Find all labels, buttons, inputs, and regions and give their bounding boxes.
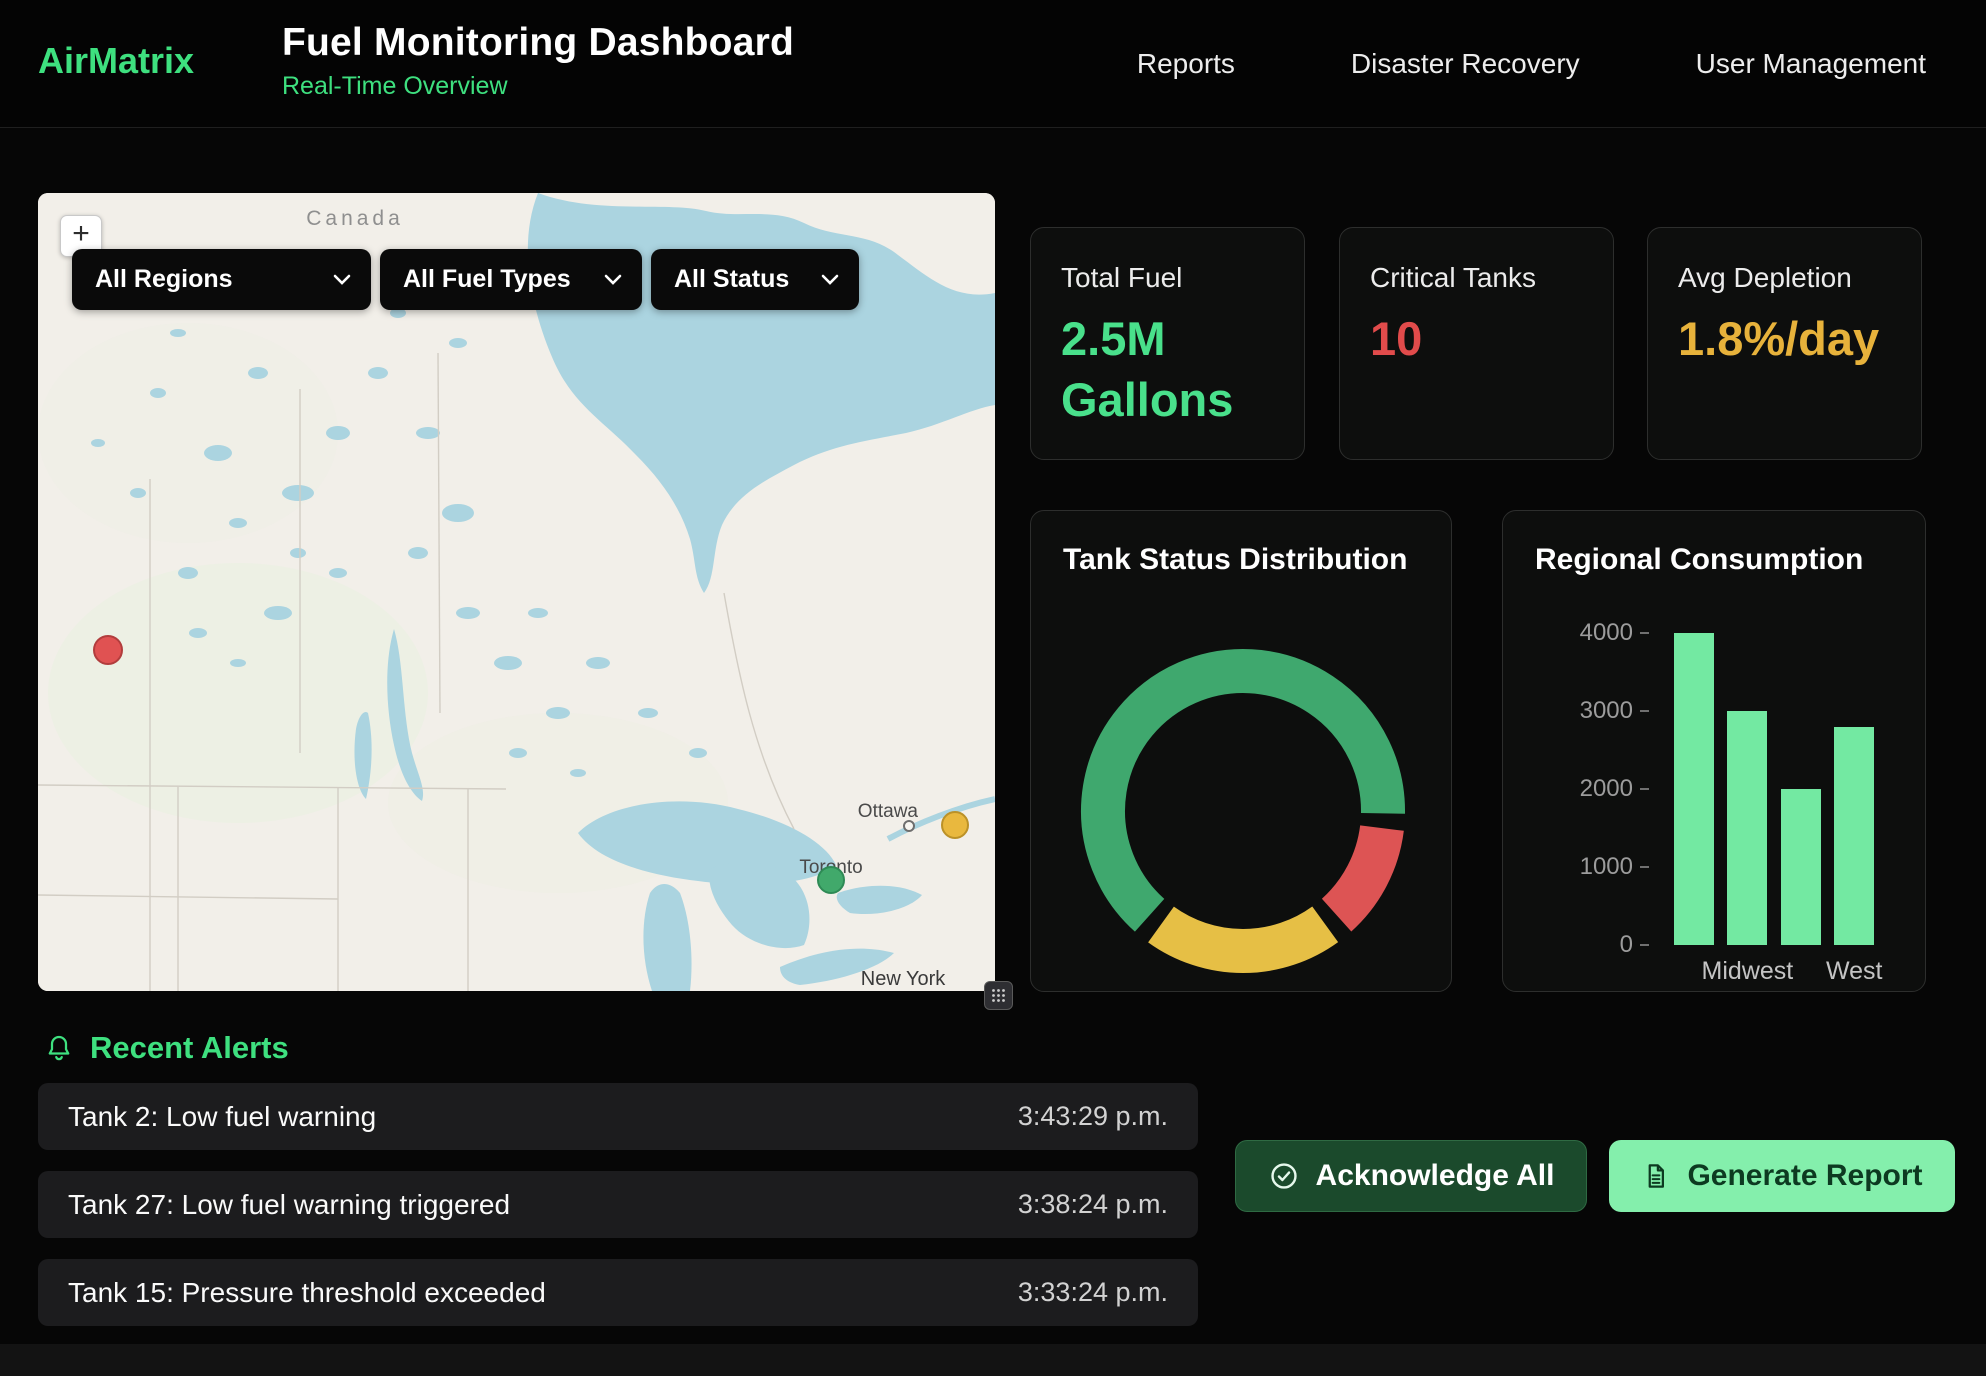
document-icon <box>1641 1161 1671 1191</box>
y-tick-mark <box>1640 632 1649 634</box>
alert-timestamp: 3:38:24 p.m. <box>1018 1189 1168 1220</box>
chart-title: Tank Status Distribution <box>1063 543 1419 577</box>
status-filter-value: All Status <box>674 265 789 294</box>
recent-alerts-header: Recent Alerts <box>44 1030 289 1066</box>
acknowledge-all-label: Acknowledge All <box>1316 1159 1555 1193</box>
bar-x-label: West <box>1826 957 1883 986</box>
generate-report-button[interactable]: Generate Report <box>1609 1140 1955 1212</box>
alert-message: Tank 15: Pressure threshold exceeded <box>68 1277 546 1309</box>
y-tick-mark <box>1640 866 1649 868</box>
stat-label: Total Fuel <box>1061 262 1274 294</box>
chevron-down-icon <box>604 274 622 285</box>
nav-reports[interactable]: Reports <box>1137 48 1235 80</box>
critical-tanks-value: 10 <box>1370 308 1583 369</box>
avg-depletion-card: Avg Depletion 1.8%/day <box>1647 227 1922 460</box>
map-canvas[interactable]: Canada Ottawa Toronto New York <box>38 193 995 991</box>
alert-row[interactable]: Tank 2: Low fuel warning 3:43:29 p.m. <box>38 1083 1198 1150</box>
fuel-type-filter-select[interactable]: All Fuel Types <box>380 249 642 310</box>
fuel-monitoring-dashboard: AirMatrix Fuel Monitoring Dashboard Real… <box>0 0 1986 1376</box>
consumption-bar-2 <box>1781 789 1821 945</box>
alert-message: Tank 2: Low fuel warning <box>68 1101 376 1133</box>
page-subtitle: Real-Time Overview <box>282 72 794 101</box>
map-marker-critical[interactable] <box>94 636 122 664</box>
app-header: AirMatrix Fuel Monitoring Dashboard Real… <box>0 0 1986 128</box>
map-label-ottawa: Ottawa <box>858 801 919 822</box>
region-filter-select[interactable]: All Regions <box>72 249 371 310</box>
bar-x-label: Midwest <box>1702 957 1794 986</box>
tank-status-card: Tank Status Distribution <box>1030 510 1452 992</box>
chart-title: Regional Consumption <box>1535 543 1893 577</box>
title-block: Fuel Monitoring Dashboard Real-Time Over… <box>282 21 794 101</box>
consumption-bar-0 <box>1674 633 1714 945</box>
alert-timestamp: 3:43:29 p.m. <box>1018 1101 1168 1132</box>
alert-row[interactable]: Tank 15: Pressure threshold exceeded 3:3… <box>38 1259 1198 1326</box>
bar-chart-y-axis: 01000200030004000 <box>1539 633 1651 945</box>
bar-chart-plot: MidwestWest <box>1663 633 1899 945</box>
page-title: Fuel Monitoring Dashboard <box>282 21 794 65</box>
resize-handle[interactable] <box>984 981 1013 1010</box>
brand-logo[interactable]: AirMatrix <box>38 40 194 82</box>
map-panel[interactable]: Canada Ottawa Toronto New York + All Reg… <box>38 193 995 991</box>
acknowledge-all-button[interactable]: Acknowledge All <box>1235 1140 1587 1212</box>
donut-segment-yellow <box>1161 924 1325 951</box>
map-forest-patch <box>38 323 338 543</box>
y-tick-mark <box>1640 788 1649 790</box>
map-label-new-york: New York <box>861 968 946 990</box>
y-tick-label: 0 <box>1620 931 1633 959</box>
total-fuel-value: 2.5M Gallons <box>1061 308 1274 430</box>
grid-dots-icon <box>991 988 1006 1003</box>
alert-message: Tank 27: Low fuel warning triggered <box>68 1189 510 1221</box>
y-tick-mark <box>1640 944 1649 946</box>
main-nav: Reports Disaster Recovery User Managemen… <box>1137 0 1926 127</box>
ottawa-town-dot <box>904 821 914 831</box>
map-marker-warning[interactable] <box>942 812 968 838</box>
consumption-bar-1 <box>1727 711 1767 945</box>
chevron-down-icon <box>333 274 351 285</box>
map-filter-bar: All Regions All Fuel Types All Status <box>72 249 859 310</box>
map-label-canada: Canada <box>306 207 404 230</box>
donut-segment-red <box>1337 828 1382 915</box>
avg-depletion-value: 1.8%/day <box>1678 308 1891 369</box>
recent-alerts-title: Recent Alerts <box>90 1030 289 1066</box>
y-tick-label: 1000 <box>1580 853 1633 881</box>
stat-label: Avg Depletion <box>1678 262 1891 294</box>
critical-tanks-card: Critical Tanks 10 <box>1339 227 1614 460</box>
generate-report-label: Generate Report <box>1687 1159 1922 1193</box>
nav-user-management[interactable]: User Management <box>1696 48 1926 80</box>
alert-timestamp: 3:33:24 p.m. <box>1018 1277 1168 1308</box>
regional-consumption-card: Regional Consumption 0 1000 2000 3000 4000 M… <box>1502 510 1926 992</box>
stat-label: Critical Tanks <box>1370 262 1583 294</box>
tank-status-donut-chart <box>1073 641 1413 981</box>
nav-disaster-recovery[interactable]: Disaster Recovery <box>1351 48 1580 80</box>
check-circle-icon <box>1268 1160 1300 1192</box>
status-filter-select[interactable]: All Status <box>651 249 859 310</box>
fuel-type-filter-value: All Fuel Types <box>403 265 571 294</box>
chevron-down-icon <box>821 274 839 285</box>
y-tick-mark <box>1640 710 1649 712</box>
map-marker-normal[interactable] <box>818 867 844 893</box>
total-fuel-card: Total Fuel 2.5M Gallons <box>1030 227 1305 460</box>
alert-row[interactable]: Tank 27: Low fuel warning triggered 3:38… <box>38 1171 1198 1238</box>
map-forest-patch <box>48 563 428 823</box>
y-tick-label: 4000 <box>1580 619 1633 647</box>
regional-consumption-bar-chart: 01000200030004000 MidwestWest <box>1539 633 1899 992</box>
region-filter-value: All Regions <box>95 265 233 294</box>
y-tick-label: 2000 <box>1580 775 1633 803</box>
bell-icon <box>44 1033 74 1063</box>
y-tick-label: 3000 <box>1580 697 1633 725</box>
bottom-bar <box>0 1344 1986 1376</box>
consumption-bar-3 <box>1834 727 1874 945</box>
